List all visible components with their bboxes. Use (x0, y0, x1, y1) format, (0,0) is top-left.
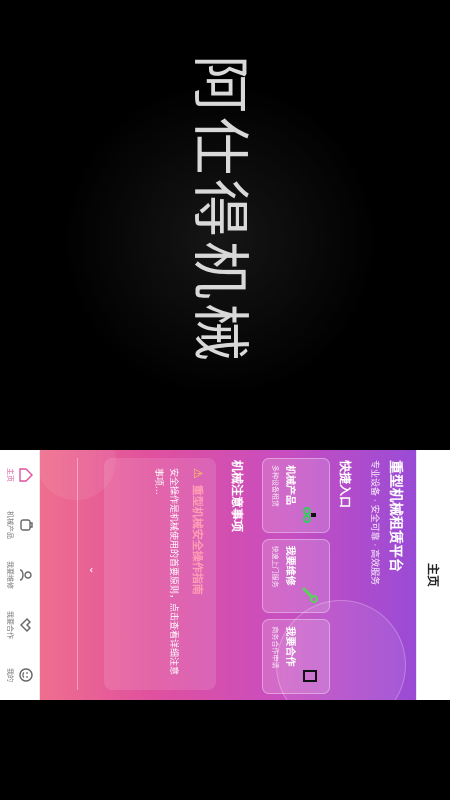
card-subtitle: 商务合作申请 (271, 626, 279, 669)
safety-notice-card[interactable]: ⚠ 重型机械安全操作指南 安全操作是机械使用的首要原则，点击查看详细注意事项..… (104, 458, 216, 690)
home-icon (19, 468, 33, 482)
wrench-icon (301, 586, 319, 604)
repair-icon (19, 569, 32, 581)
card-label: 我要合作 (284, 626, 295, 667)
page-title: 主页 (416, 450, 450, 700)
tab-label: 主页 (6, 468, 14, 482)
card-subtitle: 快速上门服务 (271, 545, 279, 588)
card-label: 我要维修 (284, 545, 295, 586)
splash-hero: 阿仕得机械 (0, 0, 450, 450)
banner-subtitle: 专业设备 · 安全可靠 · 高效服务 (369, 460, 379, 586)
main-content[interactable]: 重型机械租赁平台 专业设备 · 安全可靠 · 高效服务 快捷入口 机械产品 多种… (40, 450, 416, 700)
tab-label: 我要合作 (6, 611, 14, 639)
notice-title: 重型机械安全操作指南 (191, 484, 204, 595)
tab-machinery-products[interactable]: 机械产品 (0, 500, 39, 550)
notice-body: 安全操作是机械使用的首要原则，点击查看详细注意事项... (153, 468, 178, 676)
card-cooperation[interactable]: 我要合作 商务合作申请 (262, 619, 330, 695)
warning-icon: ⚠ (191, 468, 205, 479)
app-viewport: 主页 重型机械租赁平台 专业设备 · 安全可靠 · 高效服务 快捷入口 机械产品 (0, 450, 450, 700)
handshake-icon (20, 618, 31, 632)
card-subtitle: 多种设备租赁 (271, 465, 279, 507)
bottom-letterbox (0, 700, 450, 800)
chevron-down-icon[interactable]: ⌄ (87, 566, 98, 574)
brand-title: 阿仕得机械 (186, 55, 254, 366)
bottom-tab-bar: 主页 机械产品 我要维修 我要合作 我的 (0, 450, 40, 700)
card-machinery-products[interactable]: 机械产品 多种设备租赁 (262, 458, 330, 533)
tab-label: 我的 (6, 668, 14, 682)
notice-section-title: 机械注意事项 (230, 460, 244, 533)
profile-icon (19, 668, 33, 682)
divider (77, 458, 78, 690)
app-screen: 主页 重型机械租赁平台 专业设备 · 安全可靠 · 高效服务 快捷入口 机械产品 (0, 450, 450, 700)
card-label: 机械产品 (284, 465, 295, 505)
tool-icon (20, 519, 33, 531)
card-repair[interactable]: 我要维修 快速上门服务 (262, 538, 330, 614)
excavator-icon (301, 506, 319, 524)
quick-entry-cards: 机械产品 多种设备租赁 我要维修 快速上门服务 我要合作 商务合作申请 (262, 458, 330, 695)
tab-profile[interactable]: 我的 (0, 650, 39, 700)
handshake-icon (301, 667, 319, 685)
notice-header: ⚠ 重型机械安全操作指南 (190, 468, 206, 680)
quick-entry-title: 快捷入口 (338, 460, 352, 509)
banner-title: 重型机械租赁平台 (387, 460, 403, 572)
tab-repair[interactable]: 我要维修 (0, 550, 39, 600)
tab-home[interactable]: 主页 (0, 450, 39, 500)
tab-label: 机械产品 (6, 511, 14, 539)
tab-label: 我要维修 (6, 561, 14, 589)
tab-cooperation[interactable]: 我要合作 (0, 600, 39, 650)
